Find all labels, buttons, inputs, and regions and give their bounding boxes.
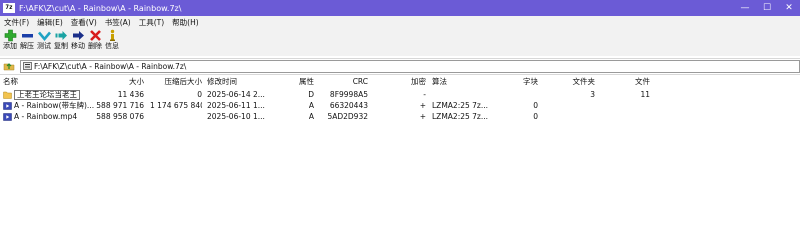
row-encrypted: + xyxy=(419,101,426,110)
copy-label: 复制 xyxy=(54,42,68,50)
menu-help[interactable]: 帮助(H) xyxy=(168,17,203,28)
file-list: 名称 大小 压缩后大小 修改时间 属性 CRC 加密 算法 字块 文件夹 文件 … xyxy=(0,74,800,249)
address-bar xyxy=(0,58,800,75)
row-method: LZMA2:25 7z... xyxy=(432,101,489,110)
add-label: 添加 xyxy=(3,42,17,50)
column-method[interactable]: 算法 xyxy=(432,76,490,87)
row-method xyxy=(432,89,490,100)
move-button[interactable]: 移动 xyxy=(70,29,86,51)
video-file-icon xyxy=(3,112,12,121)
info-button[interactable]: 信息 xyxy=(104,29,120,51)
delete-icon xyxy=(89,30,101,41)
row-crc: 66320443 xyxy=(329,101,368,110)
address-field[interactable] xyxy=(20,60,800,73)
column-size[interactable]: 大小 xyxy=(92,76,144,87)
row-folders xyxy=(560,111,595,122)
close-button[interactable]: ✕ xyxy=(778,0,800,16)
column-header-row: 名称 大小 压缩后大小 修改时间 属性 CRC 加密 算法 字块 文件夹 文件 xyxy=(0,76,800,87)
column-attributes[interactable]: 属性 xyxy=(286,76,314,87)
menu-tools[interactable]: 工具(T) xyxy=(135,17,168,28)
minimize-button[interactable]: — xyxy=(734,0,756,16)
row-name: A - Rainbow.mp4 xyxy=(14,112,78,121)
window-title: F:\AFK\Z\cut\A - Rainbow\A - Rainbow.7z\ xyxy=(19,3,182,13)
row-name: 上老王论坛当老王 xyxy=(14,89,80,100)
row-characteristics: 0 xyxy=(533,101,538,110)
row-characteristics xyxy=(500,89,538,100)
column-files[interactable]: 文件 xyxy=(614,76,650,87)
column-crc[interactable]: CRC xyxy=(326,76,368,87)
row-packed-size xyxy=(150,111,202,122)
row-modified: 2025-06-10 1... xyxy=(207,112,265,121)
copy-icon xyxy=(55,31,67,40)
menu-bookmarks[interactable]: 书签(A) xyxy=(101,17,135,28)
table-row[interactable]: A - Rainbow.mp4 588 958 076 2025-06-10 1… xyxy=(0,111,800,122)
row-modified: 2025-06-11 1... xyxy=(207,101,265,110)
address-input[interactable] xyxy=(34,61,774,72)
extract-button[interactable]: 解压 xyxy=(19,29,35,51)
test-label: 测试 xyxy=(37,42,51,50)
delete-label: 删除 xyxy=(88,42,102,50)
row-method: LZMA2:25 7z... xyxy=(432,112,489,121)
add-icon xyxy=(4,29,16,42)
table-row[interactable]: A - Rainbow(带车牌)... 588 971 716 1 174 67… xyxy=(0,100,800,111)
row-encrypted: + xyxy=(419,112,426,121)
row-files xyxy=(614,111,650,122)
row-files: 11 xyxy=(640,90,650,99)
row-packed-size: 0 xyxy=(197,90,202,99)
menu-file[interactable]: 文件(F) xyxy=(0,17,33,28)
row-attributes: A xyxy=(308,112,314,121)
info-label: 信息 xyxy=(105,42,119,50)
row-size: 588 971 716 xyxy=(96,101,144,110)
maximize-button[interactable]: ☐ xyxy=(756,0,778,16)
move-icon xyxy=(72,31,84,40)
row-attributes: D xyxy=(308,90,314,99)
row-modified: 2025-06-14 2... xyxy=(207,90,265,99)
column-packed-size[interactable]: 压缩后大小 xyxy=(150,76,203,87)
app-icon: 7z xyxy=(3,3,15,13)
row-files xyxy=(614,100,650,111)
move-label: 移动 xyxy=(71,42,85,50)
row-name: A - Rainbow(带车牌)... xyxy=(14,101,95,110)
info-icon xyxy=(109,29,115,41)
folder-icon xyxy=(3,91,12,99)
archive-icon xyxy=(23,62,32,70)
table-row[interactable]: 上老王论坛当老王 11 436 0 2025-06-14 2... D 8F99… xyxy=(0,89,800,100)
row-packed-size: 1 174 675 840 xyxy=(150,101,202,110)
row-crc: 8F9998A5 xyxy=(329,90,368,99)
title-bar: 7z F:\AFK\Z\cut\A - Rainbow\A - Rainbow.… xyxy=(0,0,800,16)
column-characteristics[interactable]: 字块 xyxy=(500,76,538,87)
folder-up-icon[interactable] xyxy=(3,61,15,71)
row-encrypted: - xyxy=(423,90,426,99)
column-modified[interactable]: 修改时间 xyxy=(207,76,269,87)
video-file-icon xyxy=(3,101,12,110)
row-folders: 3 xyxy=(590,90,595,99)
test-icon xyxy=(37,31,51,42)
column-encrypted[interactable]: 加密 xyxy=(398,76,426,87)
toolbar: 添加 解压 测试 复制 移动 删除 信息 xyxy=(0,29,800,56)
delete-button[interactable]: 删除 xyxy=(87,29,103,51)
column-folders[interactable]: 文件夹 xyxy=(560,76,596,87)
menu-edit[interactable]: 编辑(E) xyxy=(33,17,67,28)
row-attributes: A xyxy=(308,101,314,110)
test-button[interactable]: 测试 xyxy=(36,29,52,51)
extract-icon xyxy=(21,34,33,38)
window-controls: — ☐ ✕ xyxy=(734,0,800,16)
row-folders xyxy=(560,100,595,111)
row-crc: 5AD2D932 xyxy=(327,112,368,121)
menu-view[interactable]: 查看(V) xyxy=(67,17,101,28)
row-characteristics: 0 xyxy=(533,112,538,121)
copy-button[interactable]: 复制 xyxy=(53,29,69,51)
row-size: 11 436 xyxy=(117,90,144,99)
row-size: 588 958 076 xyxy=(96,112,144,121)
add-button[interactable]: 添加 xyxy=(2,29,18,51)
menu-bar: 文件(F) 编辑(E) 查看(V) 书签(A) 工具(T) 帮助(H) xyxy=(0,16,800,29)
extract-label: 解压 xyxy=(20,42,34,50)
